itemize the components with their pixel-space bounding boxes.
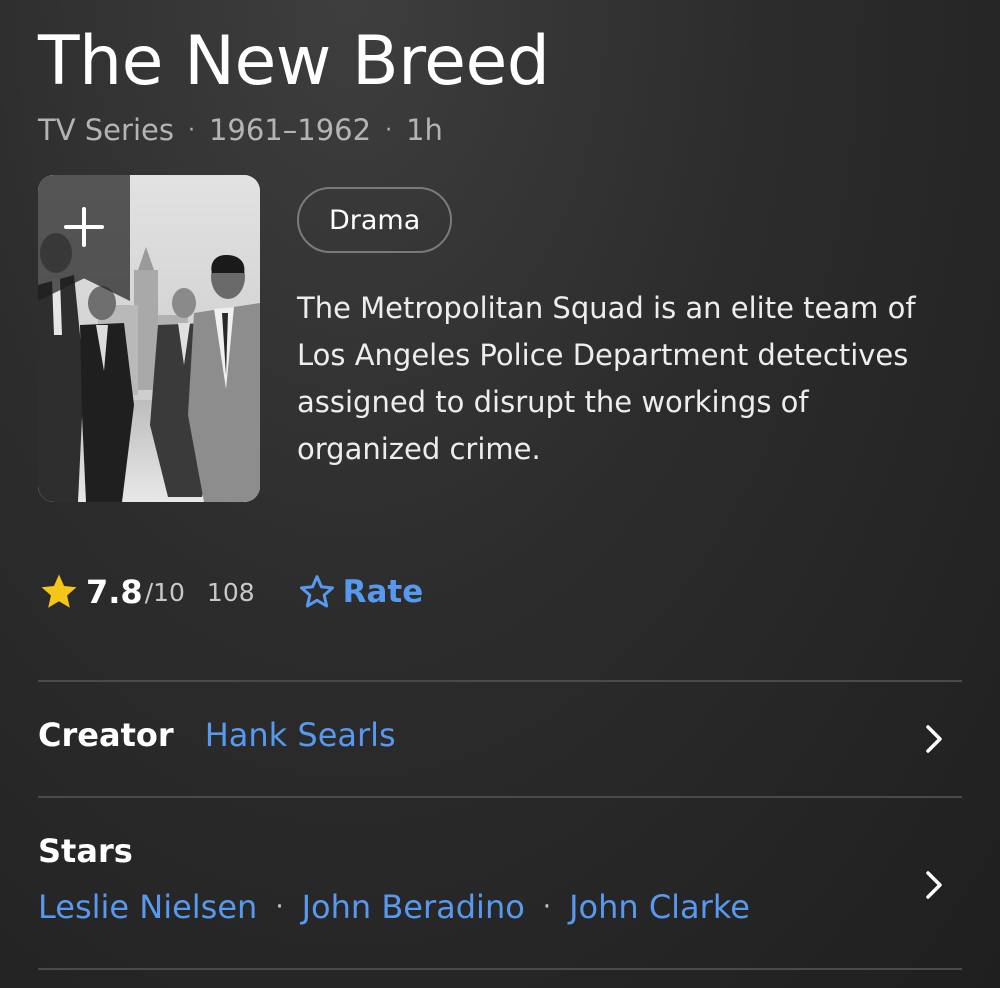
runtime: 1h [406, 113, 443, 147]
star-link[interactable]: John Clarke [569, 888, 750, 926]
creator-label: Creator [38, 716, 174, 754]
star-link[interactable]: Leslie Nielsen [38, 888, 257, 926]
stars-list: Leslie Nielsen · John Beradino · John Cl… [38, 888, 962, 926]
star-icon [38, 571, 80, 613]
vote-count: 108 [206, 577, 255, 607]
divider [38, 680, 962, 682]
separator-dot: · [275, 892, 284, 922]
poster-image[interactable] [38, 175, 260, 502]
rating-max: /10 [144, 577, 185, 607]
separator-dot: · [385, 117, 393, 143]
page-title: The New Breed [38, 22, 550, 101]
rate-button[interactable]: Rate [297, 572, 424, 612]
divider [38, 968, 962, 970]
star-link[interactable]: John Beradino [302, 888, 525, 926]
title-type: TV Series [38, 113, 174, 147]
creator-link[interactable]: Hank Searls [205, 716, 396, 754]
separator-dot: · [187, 117, 195, 143]
creator-row[interactable]: Creator Hank Searls [38, 716, 962, 766]
genre-chip-drama[interactable]: Drama [297, 187, 453, 253]
star-outline-icon [297, 572, 337, 612]
separator-dot: · [542, 892, 552, 922]
chevron-right-icon [922, 722, 946, 756]
chevron-right-icon [922, 868, 946, 902]
stars-row[interactable]: Stars Leslie Nielsen · John Beradino · J… [38, 832, 962, 942]
rate-label: Rate [342, 574, 424, 610]
rating-row: 7.8 /10 108 Rate [38, 566, 423, 618]
release-years: 1961–1962 [208, 113, 372, 147]
stars-label: Stars [38, 832, 133, 870]
title-metadata: TV Series · 1961–1962 · 1h [38, 113, 443, 147]
divider [38, 796, 962, 798]
plot-summary: The Metropolitan Squad is an elite team … [297, 291, 916, 466]
rating-value: 7.8 [86, 573, 143, 611]
